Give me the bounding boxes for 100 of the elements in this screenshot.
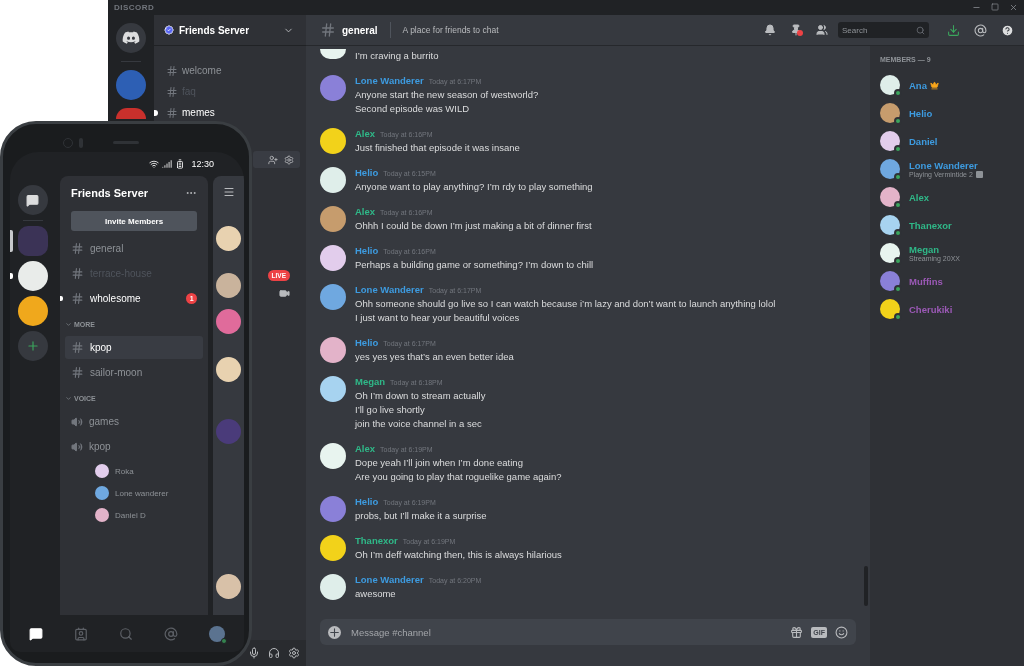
message-author[interactable]: Alex <box>355 206 376 217</box>
help-icon[interactable] <box>1001 23 1014 37</box>
online-status-dot <box>894 285 902 293</box>
channel-item[interactable]: welcome <box>160 60 300 81</box>
add-server-button[interactable] <box>17 331 48 361</box>
invite-button[interactable]: Invite Members <box>71 211 198 231</box>
microphone-icon[interactable] <box>248 647 260 659</box>
download-icon[interactable] <box>947 23 960 37</box>
hash-icon <box>71 292 84 305</box>
avatar <box>320 337 346 363</box>
voice-user[interactable]: Lone wanderer <box>65 482 204 504</box>
unread-indicator <box>60 296 63 301</box>
message-author[interactable]: Lone Wanderer <box>355 574 424 585</box>
pin-icon[interactable] <box>790 24 802 36</box>
message-author[interactable]: Alex <box>355 128 376 139</box>
status-time: 12:30 <box>191 159 214 169</box>
app-brand: DISCORD <box>114 3 155 12</box>
member-name: Ana <box>909 79 927 91</box>
wifi-icon <box>149 159 160 169</box>
voice-user[interactable]: Roka <box>65 460 204 482</box>
hash-icon <box>71 267 84 280</box>
speaker-icon <box>71 440 83 453</box>
gift-icon[interactable] <box>790 625 804 639</box>
message-author[interactable]: Alex <box>355 443 376 454</box>
member-name: Cherukiki <box>909 303 953 315</box>
member-name: Lone Wanderer <box>909 160 978 171</box>
member-item[interactable]: Daniel <box>880 127 1016 155</box>
members-icon[interactable] <box>816 24 828 36</box>
bell-icon[interactable] <box>764 24 776 36</box>
message-author[interactable]: Lone Wanderer <box>355 284 424 295</box>
channel-row-highlight[interactable] <box>253 151 300 168</box>
profile-tab[interactable] <box>208 625 225 642</box>
member-item[interactable]: Alex <box>880 183 1016 211</box>
message-author[interactable]: Helio <box>355 245 379 256</box>
channel-topic: A place for friends to chat <box>402 25 500 35</box>
home-tab[interactable] <box>29 626 44 641</box>
avatar <box>216 309 242 334</box>
member-item[interactable]: Ana <box>880 71 1016 99</box>
message-text: I’ll go live shortly <box>355 403 426 417</box>
avatar <box>320 443 346 469</box>
message-text: join the voice channel in a sec <box>355 417 483 431</box>
avatar <box>216 226 242 251</box>
avatar <box>320 574 346 600</box>
voice-user[interactable]: Daniel D <box>65 504 204 526</box>
hash-icon <box>166 64 178 77</box>
signal-icon <box>162 159 173 169</box>
channel-item[interactable]: kpop <box>65 336 204 359</box>
message-text: Perhaps a building game or something? I’m down to chill <box>355 258 594 272</box>
avatar <box>320 128 346 154</box>
headphones-icon[interactable] <box>268 647 280 659</box>
message-author[interactable]: Helio <box>355 337 379 348</box>
search-field[interactable]: Search <box>838 22 929 38</box>
chat-bubble-icon <box>26 193 39 207</box>
direct-messages-button[interactable] <box>17 185 48 215</box>
friends-tab[interactable] <box>74 626 89 641</box>
message-author[interactable]: Lone Wanderer <box>355 75 424 86</box>
member-item[interactable]: Thanexor <box>880 211 1016 239</box>
speaker-icon <box>71 415 83 428</box>
member-item[interactable]: Cherukiki <box>880 295 1016 323</box>
close-icon[interactable] <box>1009 3 1018 12</box>
avatar <box>320 245 346 271</box>
message-author[interactable]: Helio <box>355 167 379 178</box>
avatar <box>320 535 346 561</box>
voice-channel-item[interactable]: games <box>65 410 204 433</box>
message-text: Oh I’m deff watching then, this is always hilarious <box>355 548 562 562</box>
add-attachment-icon[interactable] <box>328 625 341 639</box>
menu-icon[interactable] <box>222 186 235 198</box>
message-text: Dope yeah I’ll join when I’m done eating <box>355 456 524 470</box>
hash-icon <box>320 22 336 38</box>
message-text: Ohh someone should go live so I can watch because i’m lazy and don’t want to launch anything lolol <box>355 297 776 311</box>
game-controller-logo-icon <box>122 31 140 45</box>
settings-icon[interactable] <box>288 647 300 659</box>
server-name: Friends Server <box>71 187 149 199</box>
unread-indicator <box>154 110 158 116</box>
mentions-tab[interactable] <box>163 626 178 641</box>
avatar <box>216 419 242 444</box>
settings-icon[interactable] <box>284 154 294 165</box>
message-text: Oh I’m down to stream actually <box>355 389 486 403</box>
channel-item[interactable]: memes <box>160 102 300 123</box>
server-header[interactable]: Friends Server <box>154 15 306 46</box>
member-name: Daniel <box>909 135 938 147</box>
add-user-icon[interactable] <box>268 154 278 165</box>
channel-name: general <box>342 24 378 36</box>
emoji-icon[interactable] <box>835 625 848 639</box>
channel-item[interactable]: sailor-moon <box>65 361 204 384</box>
channel-item[interactable]: general <box>65 237 204 260</box>
message-author[interactable]: Megan <box>355 376 386 387</box>
member-item[interactable]: Helio <box>880 99 1016 127</box>
home-button[interactable] <box>116 23 146 53</box>
message-author[interactable]: Thanexor <box>355 535 398 546</box>
avatar <box>320 496 346 522</box>
member-name: Muffins <box>909 275 943 287</box>
at-sign-icon[interactable] <box>974 23 987 37</box>
message-text: Anyone want to play anything? I’m rdy to play something <box>355 180 593 194</box>
message-text: Ohhh I could be down I’m just making a bit of dinner first <box>355 219 592 233</box>
voice-channel-item[interactable]: kpop <box>65 435 204 458</box>
member-item[interactable]: Muffins <box>880 267 1016 295</box>
hash-icon <box>71 366 84 379</box>
avatar <box>320 206 346 232</box>
message-author[interactable]: Helio <box>355 496 379 507</box>
